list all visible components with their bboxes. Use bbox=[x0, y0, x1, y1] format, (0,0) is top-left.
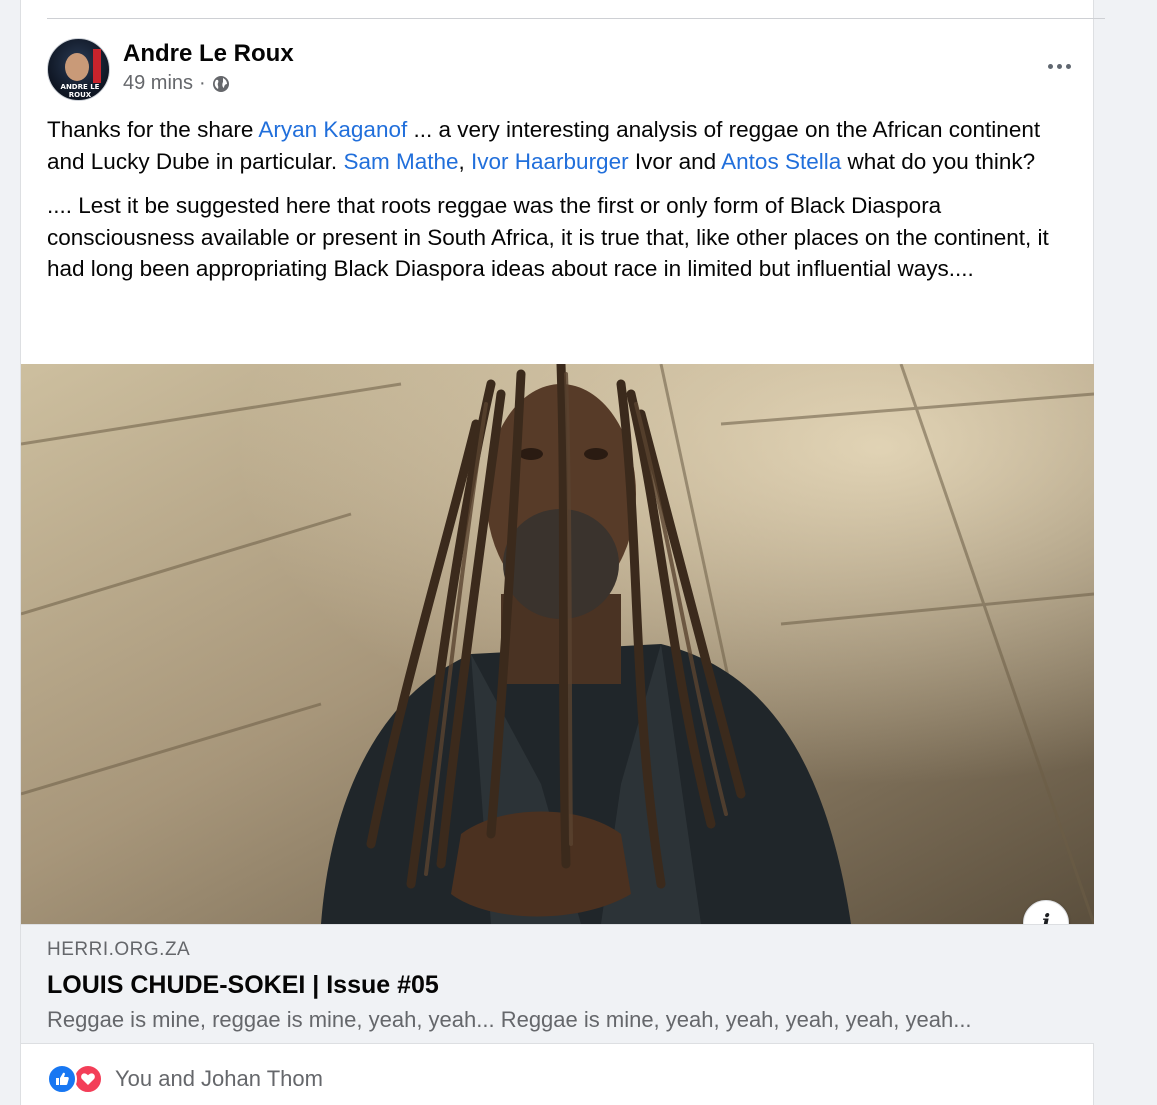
meta-separator: · bbox=[199, 72, 206, 94]
love-icon bbox=[73, 1064, 103, 1094]
post-paragraph-2: .... Lest it be suggested here that root… bbox=[47, 193, 1049, 281]
post-paragraph-1: Thanks for the share Aryan Kaganof ... a… bbox=[47, 117, 1041, 174]
post-header: ANDRE LE ROUX Andre Le Roux 49 mins · bbox=[47, 38, 1077, 102]
divider bbox=[47, 18, 1105, 19]
reaction-names[interactable]: You and Johan Thom bbox=[115, 1066, 323, 1092]
reactions-summary[interactable]: You and Johan Thom bbox=[47, 1062, 323, 1096]
more-options-button[interactable] bbox=[1041, 52, 1077, 80]
post-body: Thanks for the share Aryan Kaganof ... a… bbox=[47, 114, 1077, 285]
avatar-badge bbox=[93, 49, 101, 83]
mention-sam-mathe[interactable]: Sam Mathe bbox=[343, 149, 458, 174]
link-title[interactable]: LOUIS CHUDE-SOKEI | Issue #05 bbox=[47, 971, 439, 1000]
avatar-caption: ANDRE LE ROUX bbox=[60, 83, 100, 99]
author-name[interactable]: Andre Le Roux bbox=[123, 40, 294, 68]
mention-antos-stella[interactable]: Antos Stella bbox=[721, 149, 841, 174]
author-avatar[interactable]: ANDRE LE ROUX bbox=[47, 38, 110, 101]
post-timestamp[interactable]: 49 mins bbox=[123, 72, 193, 95]
post-meta: 49 mins · bbox=[123, 72, 230, 95]
avatar-face bbox=[65, 53, 89, 81]
post-card: ANDRE LE ROUX Andre Le Roux 49 mins · Th… bbox=[20, 0, 1105, 1105]
link-domain: HERRI.ORG.ZA bbox=[47, 939, 191, 960]
link-preview-footer[interactable]: HERRI.ORG.ZA LOUIS CHUDE-SOKEI | Issue #… bbox=[21, 924, 1094, 1044]
mention-ivor-haarburger[interactable]: Ivor Haarburger bbox=[471, 149, 629, 174]
link-description: Reggae is mine, reggae is mine, yeah, ye… bbox=[47, 1007, 972, 1032]
more-horizontal-icon bbox=[1047, 63, 1053, 69]
link-preview-image[interactable] bbox=[21, 364, 1094, 924]
globe-icon[interactable] bbox=[212, 75, 230, 93]
mention-aryan-kaganof[interactable]: Aryan Kaganof bbox=[258, 117, 407, 142]
like-icon bbox=[47, 1064, 77, 1094]
